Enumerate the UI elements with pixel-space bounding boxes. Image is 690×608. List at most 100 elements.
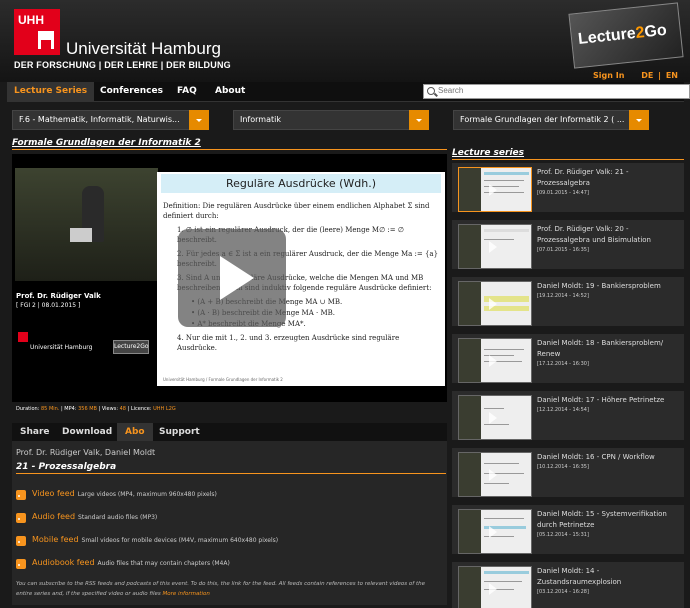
list-item[interactable]: Daniel Moldt: 14 - Zustandsraumexplosion…: [452, 562, 684, 608]
search-input[interactable]: [438, 86, 678, 95]
mobile-feed-link[interactable]: Mobile feed: [32, 535, 79, 544]
feed-note: You can subscribe to the RSS feeds and p…: [16, 579, 441, 599]
licence-label: Licence:: [130, 406, 152, 412]
feed-description: Standard audio files (MP3): [78, 514, 158, 521]
mobile-feed-row: Mobile feed Small videos for mobile devic…: [16, 534, 278, 546]
video-thumbnail: [458, 338, 532, 383]
list-item-title: Daniel Moldt: 15 - Systemverifikation du…: [537, 510, 667, 529]
uhh-logo-abbr: UHH: [18, 13, 44, 27]
lang-separator: |: [658, 71, 662, 80]
chevron-down-icon: [409, 110, 429, 130]
series-divider: [452, 159, 684, 160]
lang-en-link[interactable]: EN: [666, 71, 678, 80]
list-item-title: Daniel Moldt: 17 - Höhere Petrinetze: [537, 396, 665, 404]
talk-divider: [16, 473, 446, 474]
faculty-select-value: F.6 - Mathematik, Informatik, Naturwis..…: [19, 115, 180, 124]
feed-description: Audio files that may contain chapters (M…: [97, 560, 230, 567]
lecture2go-logo[interactable]: Lecture2Go: [568, 2, 684, 69]
video-thumbnail: [458, 452, 532, 497]
audiobook-feed-row: Audiobook feed Audio files that may conta…: [16, 557, 230, 569]
player-logo-text: Universität Hamburg: [30, 344, 93, 351]
presenter-subtitle: [ FGI 2 | 08.01.2015 ]: [16, 302, 81, 309]
presenter-name: Prof. Dr. Rüdiger Valk: [16, 292, 101, 300]
audiobook-feed-link[interactable]: Audiobook feed: [32, 558, 95, 567]
lecture2go-logo-text: Lecture2Go: [577, 21, 668, 48]
video-feed-link[interactable]: Video feed: [32, 489, 75, 498]
play-icon[interactable]: [178, 229, 286, 327]
player-l2g-logo: Lecture2Go: [113, 340, 149, 354]
views-count: 48: [119, 406, 126, 412]
video-feed-row: Video feed Large videos (MP4, maximum 960…: [16, 488, 217, 500]
chevron-down-icon: [189, 110, 209, 130]
uhh-logo-mark: UHH: [14, 9, 60, 55]
uhh-logo[interactable]: UHH Universität Hamburg: [14, 9, 221, 59]
feed-description: Small videos for mobile devices (M4V, ma…: [81, 537, 279, 544]
list-item-date: [07.01.2015 - 16:35]: [537, 247, 589, 253]
subject-select[interactable]: Informatik: [233, 110, 429, 130]
logo-name: Universität Hamburg: [66, 39, 221, 58]
list-item-title: Prof. Dr. Rüdiger Valk: 21 - Prozessalge…: [537, 168, 629, 187]
slide-title: Reguläre Ausdrücke (Wdh.): [161, 174, 441, 193]
site-header: UHH Universität Hamburg DER FORSCHUNG | …: [0, 0, 690, 82]
rss-icon: [16, 535, 26, 546]
slide-footer: Universität Hamburg / Formale Grundlagen…: [163, 377, 283, 382]
chevron-down-icon: [629, 110, 649, 130]
main-nav: Lecture Series Conferences FAQ About: [7, 82, 690, 102]
list-item[interactable]: Daniel Moldt: 18 - Bankiersproblem/ Rene…: [452, 334, 684, 387]
tab-support[interactable]: Support: [151, 423, 208, 441]
list-item-title: Daniel Moldt: 14 - Zustandsraumexplosion: [537, 567, 622, 586]
rss-icon: [16, 558, 26, 569]
licence-value[interactable]: UHH L2G: [153, 406, 176, 412]
list-item-date: [10.12.2014 - 16:35]: [537, 464, 589, 470]
rss-icon: [16, 512, 26, 523]
list-item[interactable]: Prof. Dr. Rüdiger Valk: 20 - Prozessalge…: [452, 220, 684, 273]
talk-title: 21 - Prozessalgebra: [16, 462, 117, 472]
laptop-image: [70, 228, 92, 242]
more-information-link[interactable]: More information: [163, 591, 210, 597]
audio-feed-link[interactable]: Audio feed: [32, 512, 75, 521]
list-item[interactable]: Daniel Moldt: 19 - Bankiersproblem [19.1…: [452, 277, 684, 330]
slide-item: 4. Nur die mit 1., 2. und 3. erzeugten A…: [177, 334, 400, 352]
series-select[interactable]: Formale Grundlagen der Informatik 2 ( ..…: [453, 110, 649, 130]
list-item-date: [05.12.2014 - 15:31]: [537, 532, 589, 538]
list-item[interactable]: Daniel Moldt: 17 - Höhere Petrinetze [12…: [452, 391, 684, 444]
nav-lecture-series[interactable]: Lecture Series: [7, 82, 95, 102]
list-item-title: Daniel Moldt: 18 - Bankiersproblem/ Rene…: [537, 339, 664, 358]
list-item[interactable]: Daniel Moldt: 16 - CPN / Workflow [10.12…: [452, 448, 684, 501]
list-item-date: [09.01.2015 - 14:47]: [537, 190, 589, 196]
series-list: Prof. Dr. Rüdiger Valk: 21 - Prozessalge…: [452, 163, 684, 608]
event-title[interactable]: Formale Grundlagen der Informatik 2: [12, 138, 201, 148]
lang-de-link[interactable]: DE: [641, 71, 653, 80]
rss-icon: [16, 489, 26, 500]
video-thumbnail: [458, 566, 532, 608]
nav-conferences[interactable]: Conferences: [93, 82, 170, 102]
nav-faq[interactable]: FAQ: [170, 82, 204, 102]
video-thumbnail: [458, 281, 532, 326]
list-item[interactable]: Daniel Moldt: 15 - Systemverifikation du…: [452, 505, 684, 558]
video-thumbnail: [458, 224, 532, 269]
video-player[interactable]: Prof. Dr. Rüdiger Valk [ FGI 2 | 08.01.2…: [12, 154, 447, 402]
list-item-date: [03.12.2014 - 16:28]: [537, 589, 589, 595]
list-item-date: [12.12.2014 - 14:54]: [537, 407, 589, 413]
search-box[interactable]: [423, 84, 690, 99]
faculty-select[interactable]: F.6 - Mathematik, Informatik, Naturwis..…: [12, 110, 209, 130]
tagline: DER FORSCHUNG | DER LEHRE | DER BILDUNG: [14, 60, 231, 70]
uhh-mini-mark: [18, 332, 28, 342]
top-links: Sign In DE | EN: [587, 71, 678, 80]
tab-abo[interactable]: Abo: [117, 423, 153, 441]
video-thumbnail: [458, 509, 532, 554]
player-uhh-logo: Universität Hamburg: [18, 332, 98, 354]
tab-share[interactable]: Share: [12, 423, 58, 441]
mp4-size: 356 MB: [78, 406, 97, 412]
feed-note-text: You can subscribe to the RSS feeds and p…: [16, 581, 425, 597]
nav-about[interactable]: About: [208, 82, 252, 102]
gate-icon: [38, 31, 54, 49]
series-select-value: Formale Grundlagen der Informatik 2 ( ..…: [460, 115, 625, 124]
slide-definition: Definition: Die regulären Ausdrücke über…: [163, 202, 430, 220]
list-item[interactable]: Prof. Dr. Rüdiger Valk: 21 - Prozessalge…: [452, 163, 684, 216]
list-item-title: Prof. Dr. Rüdiger Valk: 20 - Prozessalge…: [537, 225, 651, 244]
tab-download[interactable]: Download: [54, 423, 120, 441]
video-meta: Duration: 85 Min. | MP4: 356 MB | Views:…: [16, 406, 176, 412]
audio-feed-row: Audio feed Standard audio files (MP3): [16, 511, 157, 523]
sign-in-link[interactable]: Sign In: [593, 71, 624, 80]
